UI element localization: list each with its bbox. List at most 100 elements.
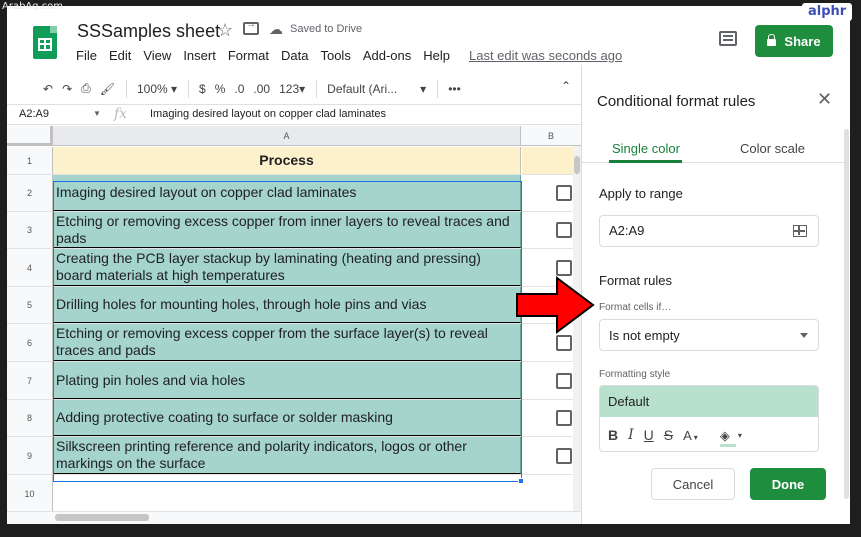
menu-view[interactable]: View (143, 48, 171, 63)
chevron-down-icon[interactable]: ▾ (738, 431, 742, 440)
share-button[interactable]: Share (755, 25, 833, 57)
italic-icon[interactable]: I (628, 427, 634, 443)
tab-color-scale[interactable]: Color scale (740, 141, 805, 156)
chevron-down-icon[interactable]: ▼ (93, 109, 101, 118)
decrease-decimal-button[interactable]: .0 (234, 82, 244, 96)
menu-edit[interactable]: Edit (109, 48, 131, 63)
panel-scrollbar-thumb[interactable] (844, 129, 849, 499)
cell[interactable]: Drilling holes for mounting holes, throu… (53, 287, 521, 323)
row-header[interactable]: 7 (7, 362, 53, 399)
undo-icon[interactable]: ↶ (43, 82, 53, 96)
more-options-icon[interactable]: ••• (448, 82, 461, 96)
zoom-select[interactable]: 100% ▾ (137, 82, 177, 96)
menu-file[interactable]: File (76, 48, 97, 63)
move-to-folder-icon[interactable] (243, 19, 259, 35)
menu-bar: File Edit View Insert Format Data Tools … (76, 48, 462, 63)
style-toolbar: B I U S A ▾ ◈ ▾ (608, 427, 742, 447)
cell[interactable]: Plating pin holes and via holes (53, 362, 521, 399)
toolbar-divider (437, 79, 439, 98)
last-edit-link[interactable]: Last edit was seconds ago (469, 48, 622, 63)
row-header[interactable]: 10 (7, 475, 53, 511)
checkbox[interactable] (556, 410, 572, 426)
comment-history-icon[interactable] (719, 31, 737, 46)
style-preview[interactable]: Default (600, 386, 818, 417)
paint-format-icon[interactable]: 🖌 (100, 82, 115, 96)
redo-icon[interactable]: ↷ (62, 82, 72, 96)
row-header[interactable]: 2 (7, 175, 53, 211)
name-box[interactable]: A2:A9 (19, 108, 49, 120)
column-header-b[interactable]: B (521, 126, 581, 146)
table-row: 7 Plating pin holes and via holes (7, 362, 581, 400)
row-header[interactable]: 6 (7, 324, 53, 361)
print-icon[interactable]: ⎙ (81, 81, 91, 96)
table-row: 5 Drilling holes for mounting holes, thr… (7, 287, 581, 324)
font-select[interactable]: Default (Ari... (327, 82, 411, 96)
menu-format[interactable]: Format (228, 48, 269, 63)
cell[interactable]: Etching or removing excess copper from t… (53, 324, 521, 361)
chevron-down-icon[interactable]: ▾ (420, 82, 426, 96)
row-header[interactable]: 3 (7, 212, 53, 248)
row-header[interactable]: 4 (7, 249, 53, 286)
checkbox[interactable] (556, 185, 572, 201)
chevron-down-icon: ▾ (693, 433, 698, 442)
cell[interactable]: Process (53, 147, 521, 174)
vertical-scrollbar-thumb[interactable] (574, 156, 580, 174)
strikethrough-icon[interactable]: S (664, 427, 673, 443)
conditional-format-panel: Conditional format rules ✕ Single color … (581, 65, 850, 524)
checkbox[interactable] (556, 372, 572, 389)
text-color-button[interactable]: A ▾ (683, 427, 698, 443)
menu-tools[interactable]: Tools (320, 48, 350, 63)
sheets-window: SSSamples sheet ☆ ☁ Saved to Drive File … (7, 6, 850, 524)
number-format-button[interactable]: 123▾ (279, 82, 305, 96)
column-header-a[interactable]: A (53, 126, 521, 146)
underline-icon[interactable]: U (644, 427, 654, 443)
checkbox[interactable] (556, 222, 572, 238)
increase-decimal-button[interactable]: .00 (253, 82, 270, 96)
menu-data[interactable]: Data (281, 48, 308, 63)
range-input[interactable]: A2:A9 (599, 215, 819, 247)
horizontal-scrollbar-thumb[interactable] (55, 514, 149, 521)
toolbar-divider (125, 79, 127, 98)
condition-select[interactable]: Is not empty (599, 319, 819, 351)
select-all-corner[interactable] (7, 126, 53, 146)
toolbar-divider (188, 79, 190, 98)
cell[interactable]: Creating the PCB layer stackup by lamina… (53, 249, 521, 286)
chevron-down-icon: ▾ (171, 81, 178, 96)
star-icon[interactable]: ☆ (217, 20, 233, 41)
cancel-button[interactable]: Cancel (651, 468, 735, 500)
row-header[interactable]: 1 (7, 147, 53, 174)
dropdown-arrow-icon[interactable] (800, 333, 808, 338)
cell[interactable]: Etching or removing excess copper from i… (53, 212, 521, 248)
bold-icon[interactable]: B (608, 427, 618, 443)
cell[interactable]: Adding protective coating to surface or … (53, 400, 521, 436)
menu-insert[interactable]: Insert (183, 48, 216, 63)
cell[interactable]: Silkscreen printing reference and polari… (53, 437, 521, 474)
done-button[interactable]: Done (750, 468, 826, 500)
select-range-icon[interactable] (793, 225, 807, 237)
currency-button[interactable]: $ (199, 82, 206, 96)
row-header[interactable]: 9 (7, 437, 53, 474)
fill-color-icon[interactable]: ◈ (719, 428, 736, 447)
fill-handle[interactable] (518, 478, 524, 484)
doc-title[interactable]: SSSamples sheet (77, 21, 220, 42)
red-arrow-annotation-icon (516, 276, 595, 334)
table-row: 3 Etching or removing excess copper from… (7, 212, 581, 249)
checkbox[interactable] (556, 447, 572, 464)
close-icon[interactable]: ✕ (817, 89, 832, 110)
active-tab-indicator (609, 160, 682, 163)
tab-single-color[interactable]: Single color (612, 141, 680, 156)
table-row: 8 Adding protective coating to surface o… (7, 400, 581, 437)
menu-add-ons[interactable]: Add-ons (363, 48, 411, 63)
toolbar: ↶ ↷ ⎙ 🖌 100% ▾ $ % .0 .00 123▾ Default (… (7, 75, 581, 102)
cell[interactable] (53, 475, 521, 511)
sheets-logo-icon[interactable] (33, 26, 57, 59)
collapse-menus-icon[interactable]: ⌃ (561, 79, 571, 93)
formula-input[interactable]: Imaging desired layout on copper clad la… (150, 108, 386, 120)
grid-rows: 1 Process 2 Imaging desired layout on co… (7, 147, 581, 511)
menu-help[interactable]: Help (423, 48, 450, 63)
percent-button[interactable]: % (215, 82, 226, 96)
row-header[interactable]: 5 (7, 287, 53, 323)
cell[interactable]: Imaging desired layout on copper clad la… (53, 175, 521, 211)
row-header[interactable]: 8 (7, 400, 53, 436)
checkbox[interactable] (556, 334, 572, 351)
